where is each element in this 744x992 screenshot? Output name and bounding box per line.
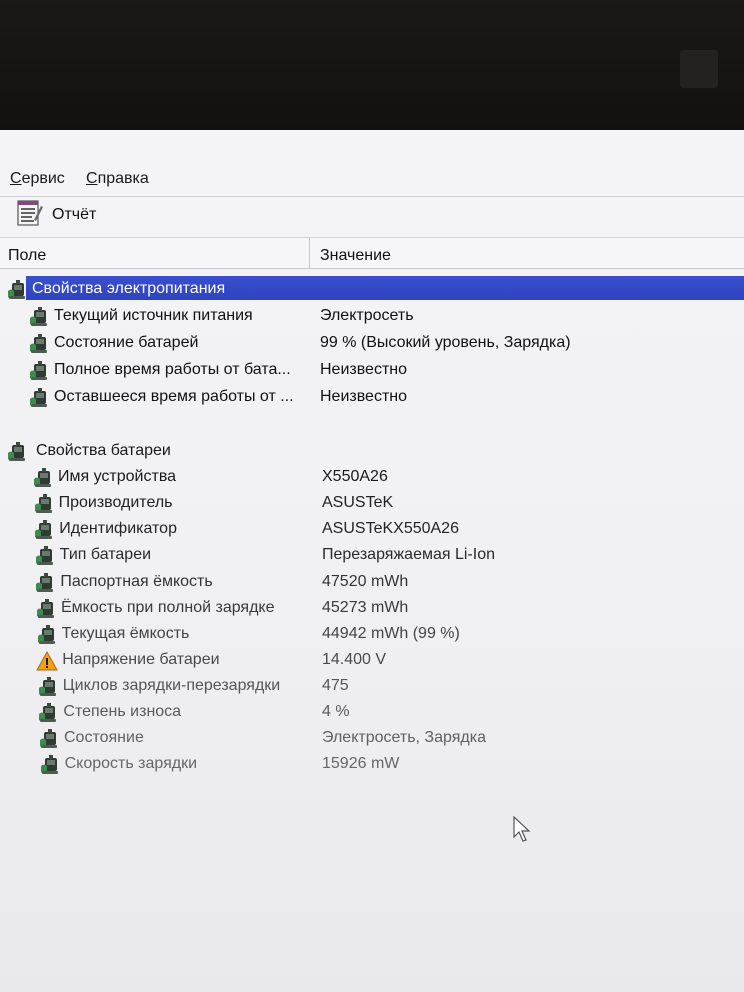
- report-label: Отчёт: [52, 206, 97, 223]
- property-row[interactable]: Оставшееся время работы от ... Неизвестно: [0, 384, 744, 410]
- battery-icon: [34, 572, 56, 594]
- toolbar: Отчёт: [0, 196, 744, 233]
- column-header: Поле Значение: [0, 237, 744, 269]
- column-field-header[interactable]: Поле: [8, 247, 46, 265]
- property-name: Состояние батарей: [54, 334, 199, 351]
- property-name: Полное время работы от бата...: [54, 361, 291, 378]
- property-name: Тип батареи: [59, 546, 152, 564]
- section-title: Свойства батареи: [36, 442, 171, 459]
- battery-icon: [32, 467, 54, 489]
- property-name: Текущая ёмкость: [61, 624, 190, 642]
- property-row[interactable]: Паспортная ёмкость 47520 mWh: [0, 569, 744, 595]
- property-name: Циклов зарядки-перезарядки: [62, 676, 281, 694]
- property-row[interactable]: Циклов зарядки-перезарядки 475: [0, 673, 744, 699]
- property-name: Паспортная ёмкость: [60, 572, 213, 590]
- property-row[interactable]: Тип батареи Перезаряжаемая Li-Ion: [0, 542, 744, 568]
- battery-icon: [35, 598, 57, 620]
- battery-icon: [6, 279, 28, 301]
- menu-service[interactable]: Сервис: [10, 170, 65, 188]
- property-row[interactable]: Состояние батарей 99 % (Высокий уровень, …: [0, 330, 744, 356]
- battery-icon: [28, 360, 50, 382]
- property-row[interactable]: Степень износа 4 %: [0, 699, 744, 725]
- property-value: 44942 mWh (99 %): [322, 624, 460, 642]
- property-value: 99 % (Высокий уровень, Зарядка): [320, 334, 571, 351]
- section-header[interactable]: Свойства электропитания: [0, 276, 744, 302]
- property-value: 47520 mWh: [322, 572, 409, 590]
- mouse-cursor-icon: [512, 815, 532, 847]
- property-name: Скорость зарядки: [64, 755, 198, 773]
- property-value: ASUSTeKX550A26: [322, 520, 459, 538]
- menu-bar: Сервис Справка: [0, 166, 744, 190]
- property-name: Имя устройства: [58, 468, 177, 486]
- section-header[interactable]: Свойства батареи: [0, 438, 744, 464]
- menu-help[interactable]: Справка: [86, 170, 149, 188]
- battery-icon: [28, 387, 50, 409]
- property-name: Идентификатор: [59, 520, 177, 538]
- property-name: Текущий источник питания: [54, 307, 253, 324]
- property-row[interactable]: Полное время работы от бата... Неизвестно: [0, 357, 744, 383]
- battery-icon: [39, 754, 61, 776]
- property-name: Состояние: [64, 729, 144, 747]
- property-value: ASUSTeK: [322, 494, 394, 512]
- property-value: 45273 mWh: [322, 598, 409, 616]
- property-value: Электросеть, Зарядка: [322, 729, 486, 747]
- battery-icon: [28, 306, 50, 328]
- battery-icon: [6, 441, 28, 463]
- property-value: Электросеть: [320, 307, 414, 324]
- application-window: Сервис Справка Отчёт Поле Значение Свойс…: [0, 130, 744, 992]
- property-row[interactable]: Состояние Электросеть, Зарядка: [0, 725, 744, 751]
- warning-icon: [36, 650, 59, 672]
- battery-icon: [28, 333, 50, 355]
- property-value: Перезаряжаемая Li-Ion: [322, 546, 495, 564]
- battery-icon: [34, 545, 56, 567]
- property-row[interactable]: Текущая ёмкость 44942 mWh (99 %): [0, 621, 744, 647]
- property-row[interactable]: Текущий источник питания Электросеть: [0, 303, 744, 329]
- property-row[interactable]: Ёмкость при полной зарядке 45273 mWh: [0, 595, 744, 621]
- property-row[interactable]: Скорость зарядки 15926 mW: [0, 751, 744, 777]
- property-row[interactable]: Имя устройства X550A26: [0, 464, 744, 490]
- property-value: 475: [322, 676, 349, 694]
- battery-icon: [38, 728, 60, 750]
- bezel-marking: [680, 50, 718, 88]
- property-value: 4 %: [322, 703, 350, 720]
- property-value: Неизвестно: [320, 361, 408, 378]
- report-icon: [14, 198, 44, 233]
- property-name: Производитель: [58, 494, 173, 512]
- battery-icon: [33, 493, 55, 515]
- property-name: Оставшееся время работы от ...: [54, 388, 294, 405]
- battery-icon: [36, 624, 58, 646]
- property-name: Напряжение батареи: [62, 650, 220, 668]
- property-name: Ёмкость при полной зарядке: [61, 598, 275, 616]
- battery-icon: [37, 702, 59, 724]
- monitor-bezel: [0, 0, 744, 130]
- property-value: 15926 mW: [322, 755, 400, 773]
- property-value: 14.400 V: [322, 650, 387, 668]
- property-row[interactable]: Напряжение батареи 14.400 V: [0, 647, 744, 673]
- property-name: Степень износа: [63, 703, 182, 720]
- section-title: Свойства электропитания: [32, 280, 226, 297]
- property-row[interactable]: Идентификатор ASUSTeKX550A26: [0, 516, 744, 542]
- property-value: X550A26: [322, 468, 388, 486]
- property-row[interactable]: Производитель ASUSTeK: [0, 490, 744, 516]
- report-button[interactable]: Отчёт: [14, 199, 97, 229]
- column-divider[interactable]: [309, 238, 310, 268]
- column-value-header[interactable]: Значение: [320, 247, 391, 265]
- battery-icon: [37, 676, 59, 698]
- battery-icon: [33, 519, 55, 541]
- property-value: Неизвестно: [320, 388, 408, 405]
